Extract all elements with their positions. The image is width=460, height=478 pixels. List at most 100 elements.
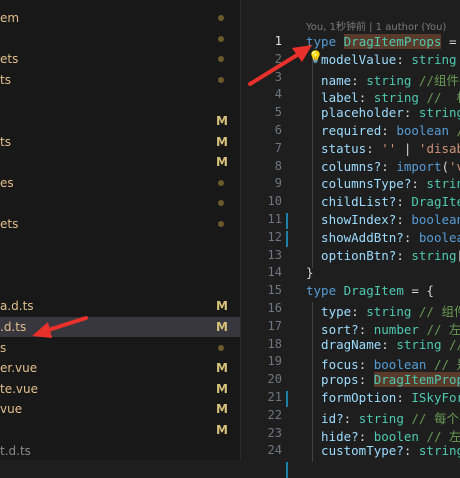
code-token: [: [457, 248, 460, 263]
code-line[interactable]: hide?: boolen // 左侧: [306, 426, 460, 445]
code-token: = {: [403, 283, 434, 299]
code-token: = {: [449, 34, 457, 49]
code-line[interactable]: label: string // 标: [306, 87, 460, 106]
code-token: :: [381, 336, 397, 352]
file-item[interactable]: em: [0, 8, 240, 28]
line-number: 6: [274, 123, 282, 137]
code-token: placeholder: [306, 105, 404, 121]
modified-dot-icon: [218, 200, 224, 207]
code-token: :: [351, 304, 367, 319]
code-line[interactable]: required: boolean //: [306, 123, 460, 138]
code-token: string: [396, 336, 450, 352]
code-token: string: [373, 90, 427, 106]
file-name: .d.ts: [0, 320, 27, 334]
file-item[interactable]: vue M: [0, 399, 240, 419]
code-line[interactable]: formOption: ISkyForm: [306, 390, 460, 405]
code-line[interactable]: name: string //组件名: [306, 70, 460, 89]
code-line[interactable]: }: [306, 265, 314, 280]
code-token: // 左侧: [426, 321, 460, 337]
code-line[interactable]: customType?: string: [306, 443, 460, 458]
code-token: string: [358, 410, 412, 426]
code-token: // 每个不: [411, 410, 460, 426]
code-line[interactable]: columns?: import('va: [306, 159, 460, 174]
git-change-marker: [286, 230, 288, 247]
code-line[interactable]: modelValue: string: [306, 52, 456, 67]
modified-dot-icon: [218, 221, 224, 227]
code-token: :: [358, 357, 374, 373]
file-item[interactable]: [0, 90, 240, 110]
file-item[interactable]: er.vue M: [0, 358, 240, 378]
code-token: boolean: [396, 123, 457, 138]
line-number: 19: [267, 354, 282, 369]
git-blame-info[interactable]: You, 1秒钟前 | 1 author (You): [306, 18, 446, 33]
modified-dot-icon: [218, 179, 224, 186]
code-token: status: [306, 140, 367, 156]
file-item[interactable]: t.d.ts: [0, 441, 240, 460]
code-token: DragItem: [343, 283, 404, 299]
code-token: sort?: [306, 321, 359, 337]
line-number: 20: [267, 372, 282, 387]
line-number: 9: [274, 176, 282, 191]
line-number: 15: [267, 283, 282, 298]
file-item[interactable]: M: [0, 152, 240, 172]
file-name: t.d.ts: [0, 443, 31, 458]
file-name: s: [0, 340, 7, 355]
code-line[interactable]: sort?: number // 左侧: [306, 319, 460, 338]
git-status-badge: M: [216, 423, 228, 437]
file-item[interactable]: M: [0, 111, 240, 131]
file-item[interactable]: ets: [0, 214, 240, 234]
code-line[interactable]: columnsType?: string: [306, 176, 460, 191]
code-line[interactable]: childList?: DragIten: [306, 194, 460, 209]
code-token: focus: [306, 357, 359, 373]
code-line[interactable]: status: '' | 'disab: [306, 141, 460, 156]
file-item[interactable]: [0, 29, 240, 49]
code-line[interactable]: showAddBtn?: boolean: [306, 230, 460, 245]
file-item[interactable]: ts M: [0, 132, 240, 152]
line-number: 17: [267, 318, 282, 333]
code-line[interactable]: showIndex?: boolean: [306, 212, 460, 227]
code-token: columns?: [306, 158, 382, 174]
file-name: es: [0, 175, 14, 190]
code-token: string: [366, 72, 419, 88]
code-line[interactable]: optionBtn?: string[: [306, 248, 460, 263]
code-token: :: [358, 428, 374, 444]
line-number: 8: [274, 158, 282, 173]
code-line[interactable]: dragName: string //: [306, 337, 460, 352]
file-name: a.d.ts: [0, 299, 34, 314]
modified-dot-icon: [218, 344, 224, 351]
file-item[interactable]: ets: [0, 49, 240, 69]
modified-dot-icon: [218, 56, 224, 63]
file-item[interactable]: M: [0, 420, 240, 440]
file-name: em: [0, 11, 20, 25]
code-line[interactable]: type DragItemProps = {: [306, 34, 460, 49]
code-token: // 组件: [418, 304, 460, 319]
code-token: required: [306, 123, 382, 138]
code-line[interactable]: type DragItem = {: [306, 283, 434, 298]
file-item[interactable]: [0, 235, 240, 255]
file-item[interactable]: ts: [0, 70, 240, 90]
code-token: // 标: [426, 90, 460, 106]
file-item[interactable]: te.vue M: [0, 379, 240, 399]
code-line[interactable]: focus: boolean // 是: [306, 354, 460, 373]
line-number: 12: [267, 229, 282, 244]
code-token: boolean: [411, 212, 460, 227]
modified-dot-icon: [218, 35, 224, 42]
code-token: props: [306, 372, 359, 388]
code-token: customType?: [306, 443, 404, 459]
file-name: ts: [0, 72, 11, 87]
code-line[interactable]: props: DragItemProps: [306, 372, 460, 388]
code-line[interactable]: type: string // 组件: [306, 301, 460, 320]
git-status-badge: M: [216, 299, 228, 314]
file-item[interactable]: [0, 276, 240, 296]
code-token: dragName: [306, 336, 382, 352]
code-line[interactable]: id?: string // 每个不: [306, 408, 460, 427]
line-number: 7: [274, 140, 282, 155]
code-line[interactable]: placeholder: string: [306, 105, 460, 120]
code-token: :: [343, 410, 359, 426]
file-item[interactable]: [0, 193, 240, 213]
code-token: DragItemProps: [343, 34, 442, 49]
line-number: 13: [267, 247, 282, 262]
line-number: 14: [267, 265, 282, 280]
file-item[interactable]: [0, 255, 240, 275]
file-item[interactable]: es: [0, 173, 240, 193]
